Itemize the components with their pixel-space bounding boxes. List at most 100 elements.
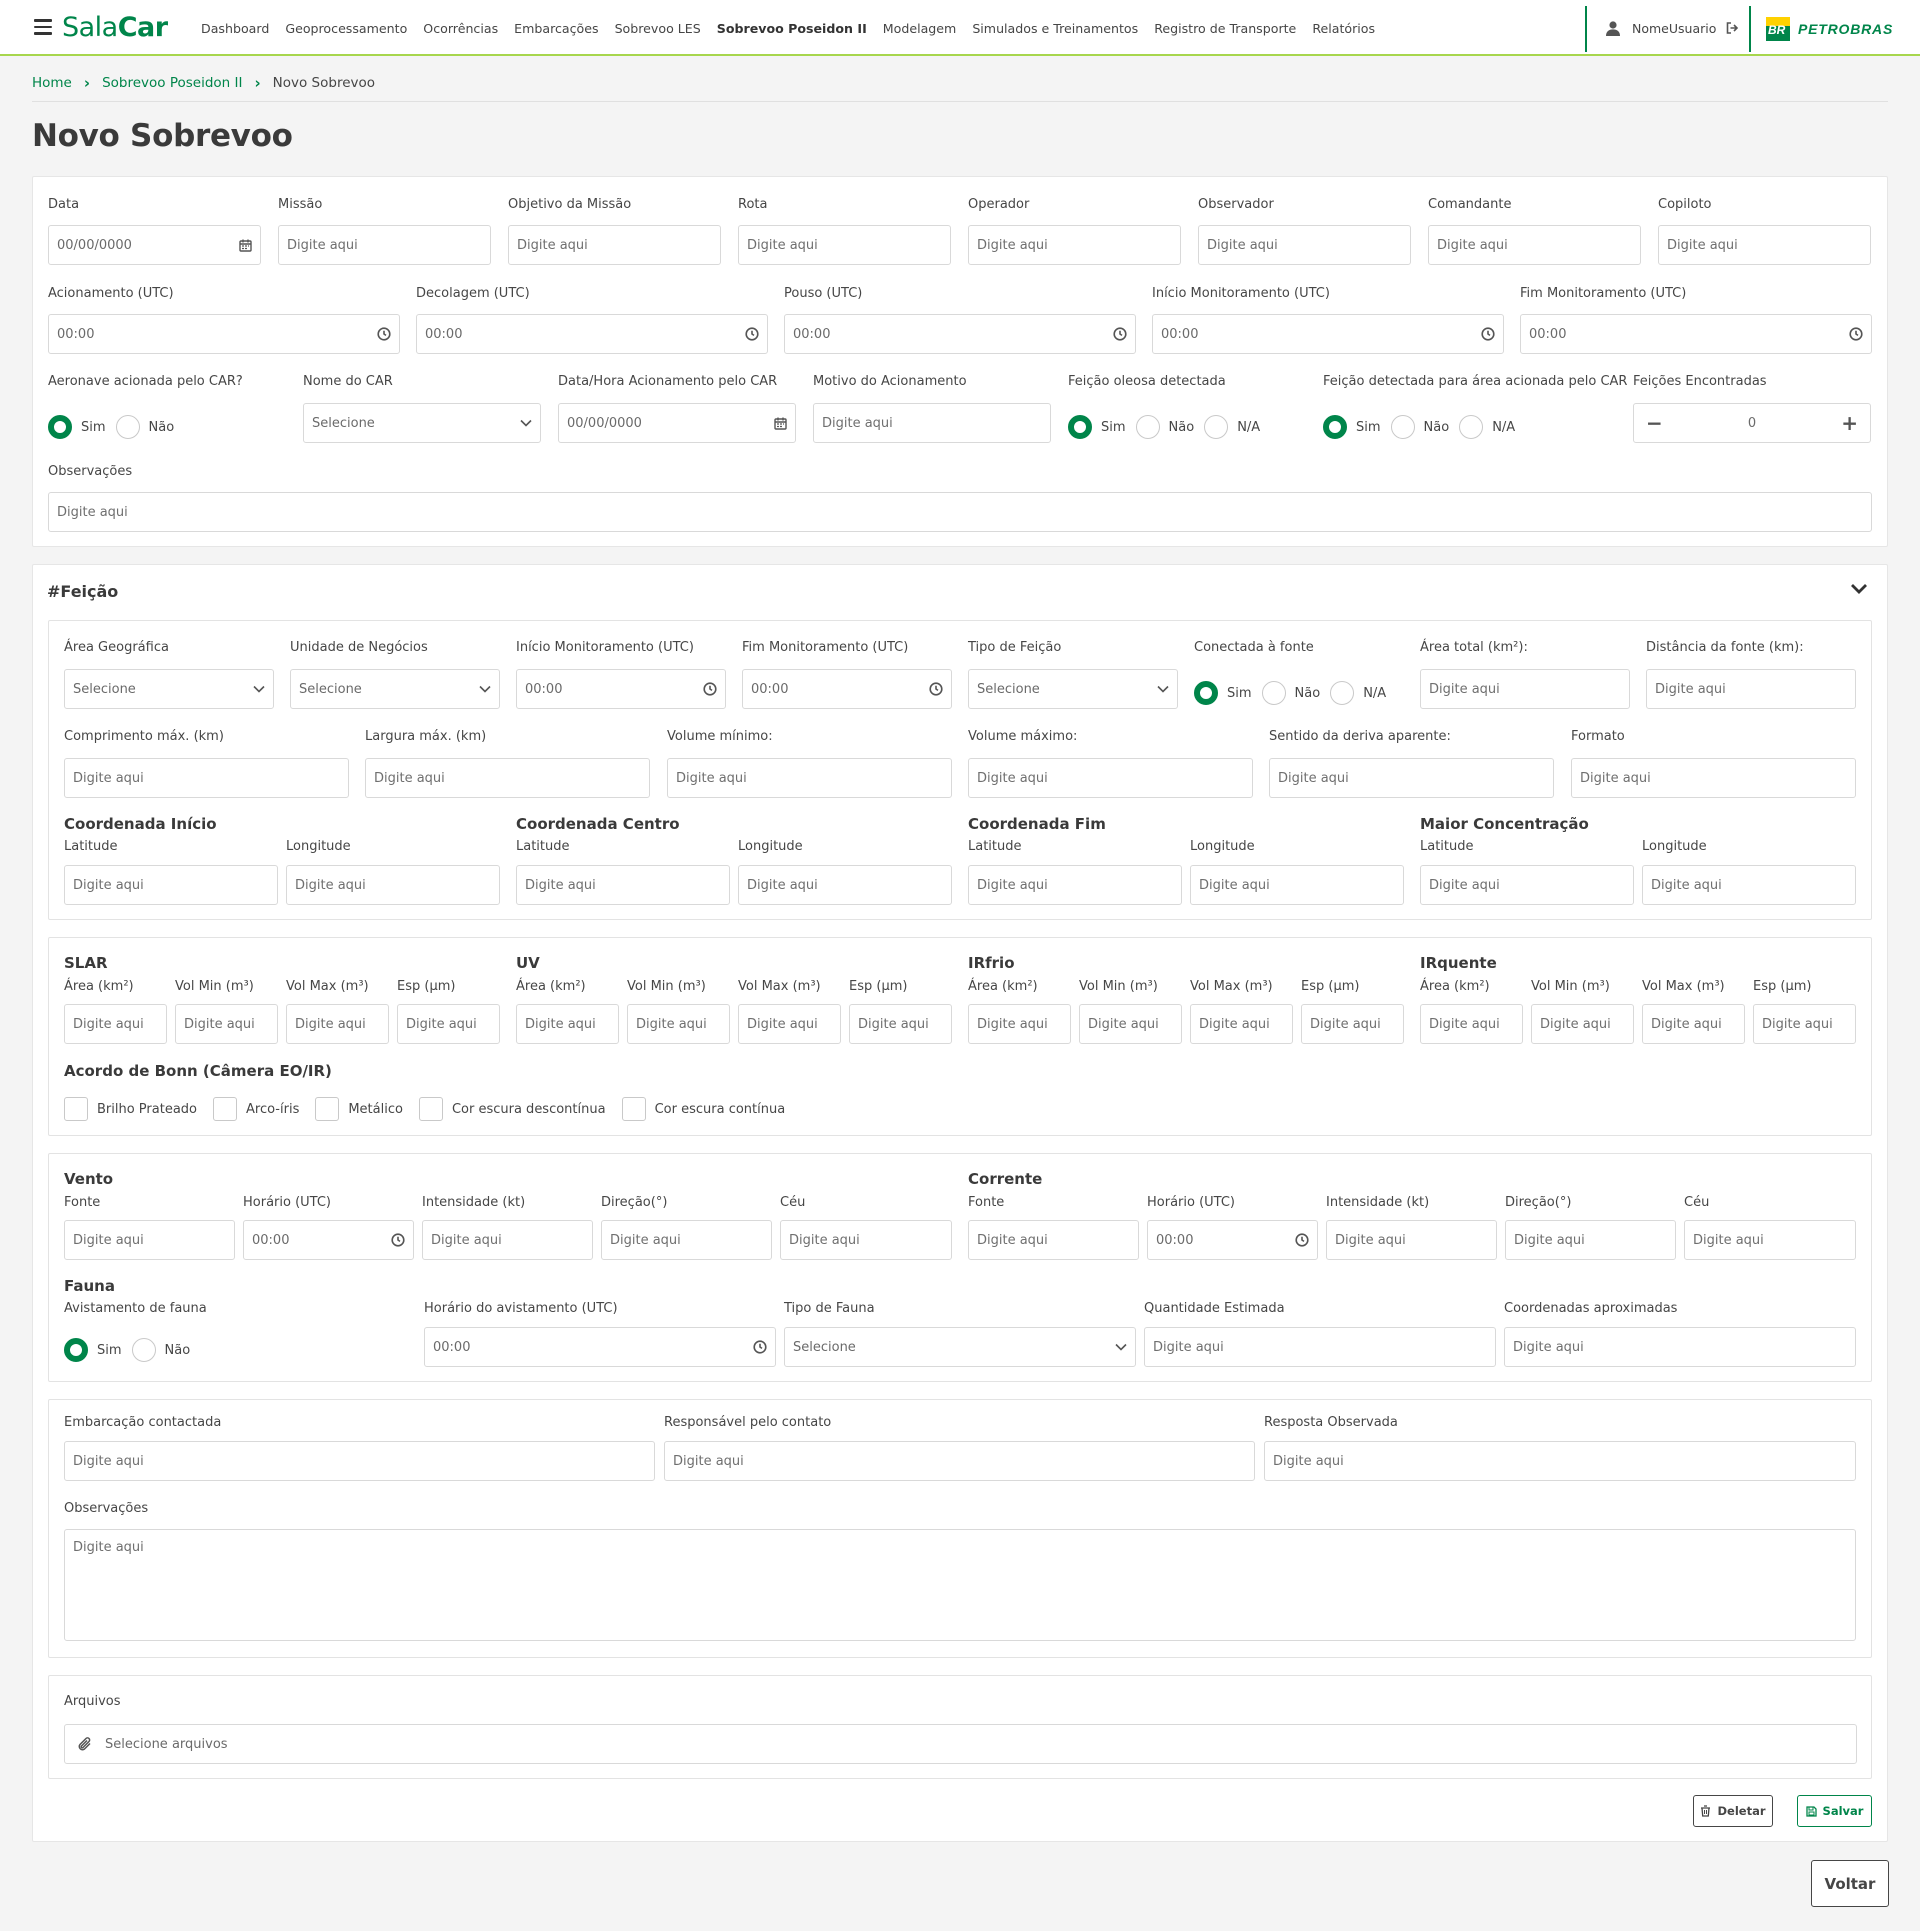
breadcrumb-parent[interactable]: Sobrevoo Poseidon II [102, 75, 242, 91]
irquente-vol-max-input[interactable] [1642, 1004, 1745, 1044]
radio-sim[interactable]: Sim [1068, 415, 1126, 439]
pouso-time-field[interactable]: 00:00 [784, 314, 1136, 354]
user-menu[interactable]: NomeUsuario [1606, 0, 1739, 56]
radio-sim[interactable]: Sim [1323, 415, 1381, 439]
data-hora-acionamento-field[interactable]: 00/00/0000 [558, 403, 796, 443]
embarcacao-input[interactable] [64, 1441, 655, 1481]
clock-icon[interactable] [1849, 327, 1863, 341]
nav-simulados[interactable]: Simulados e Treinamentos [972, 21, 1138, 36]
clock-icon[interactable] [929, 682, 943, 696]
clock-icon[interactable] [1481, 327, 1495, 341]
comprimento-input[interactable] [64, 758, 349, 798]
radio-sim[interactable]: Sim [64, 1338, 122, 1362]
clock-icon[interactable] [391, 1233, 405, 1247]
file-upload-field[interactable]: Selecione arquivos [64, 1724, 1857, 1764]
observacoes-input[interactable] [48, 492, 1872, 532]
feicao-observacoes-textarea[interactable] [64, 1529, 1856, 1641]
coord-fim-longitude-input[interactable] [1190, 865, 1404, 905]
vento-horario-field[interactable]: 00:00 [243, 1220, 414, 1260]
acionamento-time-field[interactable]: 00:00 [48, 314, 400, 354]
irquente-area-input[interactable] [1420, 1004, 1523, 1044]
nav-ocorrencias[interactable]: Ocorrências [423, 21, 498, 36]
nav-geoprocessamento[interactable]: Geoprocessamento [285, 21, 407, 36]
clock-icon[interactable] [753, 1340, 767, 1354]
corrente-direcao-input[interactable] [1505, 1220, 1676, 1260]
coordenadas-aproximadas-input[interactable] [1504, 1327, 1856, 1367]
irquente-esp-input[interactable] [1753, 1004, 1856, 1044]
back-button[interactable]: Voltar [1811, 1860, 1889, 1907]
uv-esp-input[interactable] [849, 1004, 952, 1044]
area-total-input[interactable] [1420, 669, 1630, 709]
objetivo-input[interactable] [508, 225, 721, 265]
maior-conc-latitude-input[interactable] [1420, 865, 1634, 905]
horario-avistamento-field[interactable]: 00:00 [424, 1327, 776, 1367]
area-geografica-select[interactable]: Selecione [64, 669, 274, 709]
irquente-vol-min-input[interactable] [1531, 1004, 1634, 1044]
coord-centro-longitude-input[interactable] [738, 865, 952, 905]
copiloto-input[interactable] [1658, 225, 1871, 265]
radio-sim[interactable]: Sim [48, 415, 106, 439]
uv-area-input[interactable] [516, 1004, 619, 1044]
irfrio-area-input[interactable] [968, 1004, 1071, 1044]
radio-nao[interactable]: Não [1261, 681, 1320, 705]
coord-inicio-longitude-input[interactable] [286, 865, 500, 905]
clock-icon[interactable] [377, 327, 391, 341]
clock-icon[interactable] [1113, 327, 1127, 341]
formato-input[interactable] [1571, 758, 1856, 798]
tipo-feicao-select[interactable]: Selecione [968, 669, 1178, 709]
vento-direcao-input[interactable] [601, 1220, 772, 1260]
nav-relatorios[interactable]: Relatórios [1312, 21, 1375, 36]
slar-vol-min-input[interactable] [175, 1004, 278, 1044]
slar-vol-max-input[interactable] [286, 1004, 389, 1044]
observador-input[interactable] [1198, 225, 1411, 265]
radio-nao[interactable]: Não [1390, 415, 1449, 439]
radio-nao[interactable]: Não [131, 1338, 190, 1362]
fim-monitoramento-time-field[interactable]: 00:00 [1520, 314, 1872, 354]
missao-input[interactable] [278, 225, 491, 265]
nav-sobrevoo-les[interactable]: Sobrevoo LES [615, 21, 701, 36]
checkbox-metalico[interactable]: Metálico [315, 1097, 403, 1121]
feicao-inicio-monit-field[interactable]: 00:00 [516, 669, 726, 709]
motivo-input[interactable] [813, 403, 1051, 443]
data-field[interactable]: 00/00/0000 [48, 225, 261, 265]
menu-icon[interactable] [34, 19, 52, 35]
radio-nao[interactable]: Não [1135, 415, 1194, 439]
rota-input[interactable] [738, 225, 951, 265]
vento-ceu-input[interactable] [780, 1220, 952, 1260]
corrente-intensidade-input[interactable] [1326, 1220, 1497, 1260]
volume-minimo-input[interactable] [667, 758, 952, 798]
decolagem-time-field[interactable]: 00:00 [416, 314, 768, 354]
checkbox-cor-escura-descontinua[interactable]: Cor escura descontínua [418, 1097, 606, 1121]
distancia-fonte-input[interactable] [1646, 669, 1856, 709]
nav-sobrevoo-poseidon[interactable]: Sobrevoo Poseidon II [717, 21, 867, 36]
radio-na[interactable]: N/A [1330, 681, 1386, 705]
radio-sim[interactable]: Sim [1194, 681, 1252, 705]
app-logo[interactable]: SalaCar [62, 11, 168, 45]
nome-car-select[interactable]: Selecione [303, 403, 541, 443]
tipo-fauna-select[interactable]: Selecione [784, 1327, 1136, 1367]
coord-inicio-latitude-input[interactable] [64, 865, 278, 905]
nav-registro-transporte[interactable]: Registro de Transporte [1154, 21, 1296, 36]
logout-icon[interactable] [1726, 22, 1739, 34]
nav-modelagem[interactable]: Modelagem [883, 21, 957, 36]
checkbox-brilho-prateado[interactable]: Brilho Prateado [64, 1097, 197, 1121]
calendar-icon[interactable] [239, 239, 252, 252]
uv-vol-min-input[interactable] [627, 1004, 730, 1044]
clock-icon[interactable] [745, 327, 759, 341]
volume-maximo-input[interactable] [968, 758, 1253, 798]
corrente-horario-field[interactable]: 00:00 [1147, 1220, 1318, 1260]
resposta-input[interactable] [1264, 1441, 1856, 1481]
save-button[interactable]: Salvar [1797, 1795, 1872, 1827]
comandante-input[interactable] [1428, 225, 1641, 265]
vento-fonte-input[interactable] [64, 1220, 235, 1260]
chevron-down-icon[interactable] [1850, 583, 1868, 595]
irfrio-vol-max-input[interactable] [1190, 1004, 1293, 1044]
unidade-negocios-select[interactable]: Selecione [290, 669, 500, 709]
slar-esp-input[interactable] [397, 1004, 500, 1044]
clock-icon[interactable] [703, 682, 717, 696]
coord-fim-latitude-input[interactable] [968, 865, 1182, 905]
maior-conc-longitude-input[interactable] [1642, 865, 1856, 905]
coord-centro-latitude-input[interactable] [516, 865, 730, 905]
quantidade-estimada-input[interactable] [1144, 1327, 1496, 1367]
vento-intensidade-input[interactable] [422, 1220, 593, 1260]
